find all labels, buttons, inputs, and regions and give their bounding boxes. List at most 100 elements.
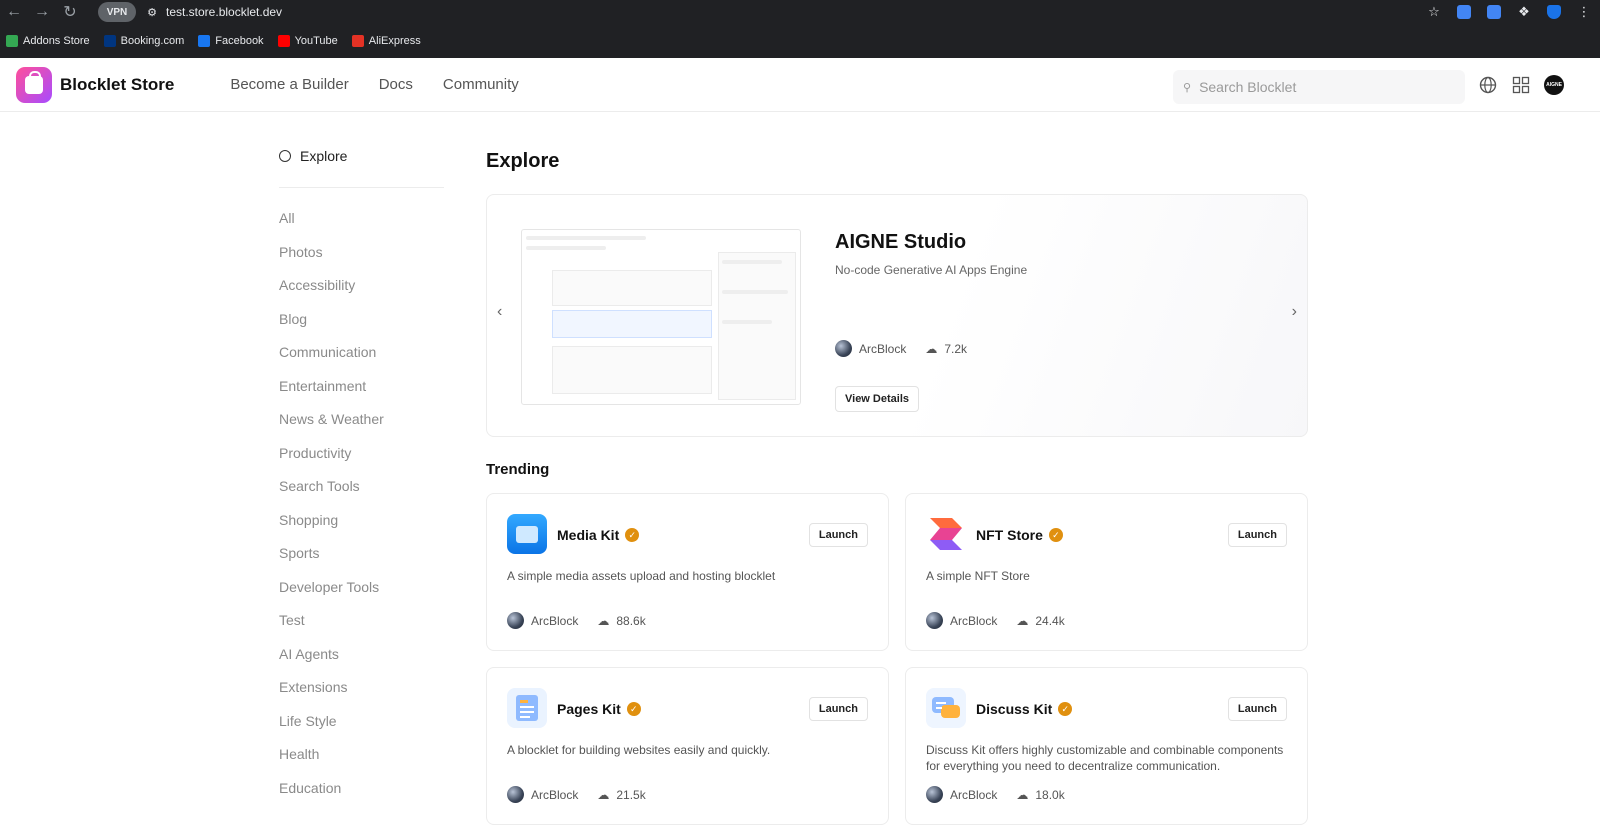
app-title[interactable]: Media Kit ✓: [557, 527, 640, 543]
featured-app-name[interactable]: AIGNE Studio: [835, 231, 966, 254]
category-all[interactable]: All: [279, 202, 444, 236]
featured-screenshot[interactable]: [521, 229, 801, 405]
bookmark-booking[interactable]: Booking.com: [103, 35, 185, 47]
app-description: A blocklet for building websites easily …: [507, 743, 771, 757]
category-education[interactable]: Education: [279, 772, 444, 806]
launch-button[interactable]: Launch: [808, 523, 868, 547]
category-entertainment[interactable]: Entertainment: [279, 370, 444, 404]
nft-store-icon: [926, 514, 966, 554]
view-details-button[interactable]: View Details: [835, 386, 919, 412]
extension-lock-icon[interactable]: [1454, 2, 1474, 22]
nav-community[interactable]: Community: [443, 76, 519, 93]
carousel-prev-icon[interactable]: ‹: [497, 303, 502, 321]
category-news-weather[interactable]: News & Weather: [279, 403, 444, 437]
app-meta: ArcBlock ☁ 21.5k: [507, 786, 646, 803]
carousel-next-icon[interactable]: ›: [1292, 303, 1297, 321]
verified-badge-icon: ✓: [626, 702, 641, 716]
nav-docs[interactable]: Docs: [379, 76, 413, 93]
user-avatar[interactable]: AIGNE: [1544, 75, 1564, 95]
facebook-icon: [198, 35, 211, 47]
app-card-media-kit[interactable]: Media Kit ✓ Launch A simple media assets…: [486, 493, 889, 651]
category-extensions[interactable]: Extensions: [279, 671, 444, 705]
app-meta: ArcBlock ☁ 88.6k: [507, 612, 646, 629]
browser-toolbar-right: ☆ ❖ ⋮: [1424, 0, 1594, 24]
app-title[interactable]: Pages Kit ✓: [557, 701, 641, 717]
featured-app-subtitle: No-code Generative AI Apps Engine: [835, 263, 1028, 277]
extension-shield-icon[interactable]: [1544, 2, 1564, 22]
bookmarks-bar: Addons Store Booking.com Facebook YouTub…: [0, 24, 1600, 58]
category-photos[interactable]: Photos: [279, 236, 444, 270]
app-author[interactable]: ArcBlock: [950, 614, 997, 628]
app-author[interactable]: ArcBlock: [950, 788, 997, 802]
app-title[interactable]: NFT Store ✓: [976, 527, 1063, 543]
category-list: All Photos Accessibility Blog Communicat…: [279, 202, 444, 805]
author-avatar: [507, 786, 524, 803]
bookmark-addons-store[interactable]: Addons Store: [6, 35, 90, 47]
author-avatar: [835, 340, 852, 357]
app-downloads: 88.6k: [616, 613, 646, 628]
bookmark-label: AliExpress: [368, 35, 421, 47]
app-meta: ArcBlock ☁ 24.4k: [926, 612, 1065, 629]
bookmark-facebook[interactable]: Facebook: [198, 35, 264, 47]
category-ai-agents[interactable]: AI Agents: [279, 638, 444, 672]
launch-button[interactable]: Launch: [808, 697, 868, 721]
language-globe-icon[interactable]: [1478, 75, 1498, 95]
category-search-tools[interactable]: Search Tools: [279, 470, 444, 504]
forward-icon[interactable]: →: [28, 1, 56, 23]
category-health[interactable]: Health: [279, 738, 444, 772]
vpn-badge[interactable]: VPN: [98, 2, 136, 22]
brand-name[interactable]: Blocklet Store: [60, 75, 174, 95]
featured-author[interactable]: ArcBlock: [859, 342, 906, 356]
category-test[interactable]: Test: [279, 604, 444, 638]
bookmark-label: Booking.com: [120, 35, 185, 47]
search-input[interactable]: [1199, 79, 1440, 95]
bookmark-label: YouTube: [294, 35, 338, 47]
sidebar-explore[interactable]: Explore: [279, 140, 444, 188]
app-name: Pages Kit: [557, 701, 621, 717]
page-title: Explore: [486, 150, 560, 172]
author-avatar: [926, 612, 943, 629]
apps-grid-icon[interactable]: [1511, 75, 1531, 95]
app-card-pages-kit[interactable]: Pages Kit ✓ Launch A blocklet for buildi…: [486, 667, 889, 825]
browser-chrome: ← → ↻ VPN ⚙ test.store.blocklet.dev ☆ ❖ …: [0, 0, 1600, 58]
sidebar-heading: Explore: [300, 148, 348, 164]
launch-button[interactable]: Launch: [1227, 523, 1287, 547]
browser-menu-icon[interactable]: ⋮: [1574, 2, 1594, 22]
category-sports[interactable]: Sports: [279, 537, 444, 571]
nav-become-builder[interactable]: Become a Builder: [230, 76, 348, 93]
url-bar-row: ← → ↻ VPN ⚙ test.store.blocklet.dev ☆ ❖ …: [0, 0, 1600, 24]
app-card-discuss-kit[interactable]: Discuss Kit ✓ Launch Discuss Kit offers …: [905, 667, 1308, 825]
back-icon[interactable]: ←: [0, 1, 28, 23]
bookmark-youtube[interactable]: YouTube: [277, 35, 338, 47]
compass-icon: [279, 150, 291, 162]
app-author[interactable]: ArcBlock: [531, 614, 578, 628]
extension-window-icon[interactable]: [1484, 2, 1504, 22]
app-author[interactable]: ArcBlock: [531, 788, 578, 802]
site-settings-icon[interactable]: ⚙: [142, 6, 162, 19]
download-icon: ☁: [597, 787, 610, 802]
extensions-puzzle-icon[interactable]: ❖: [1514, 2, 1534, 22]
bookmark-aliexpress[interactable]: AliExpress: [351, 35, 421, 47]
category-blog[interactable]: Blog: [279, 303, 444, 337]
bookmark-star-icon[interactable]: ☆: [1424, 2, 1444, 22]
app-title[interactable]: Discuss Kit ✓: [976, 701, 1073, 717]
trending-grid: Media Kit ✓ Launch A simple media assets…: [486, 493, 1308, 825]
category-developer-tools[interactable]: Developer Tools: [279, 571, 444, 605]
blocklet-store-logo-icon[interactable]: [16, 66, 52, 103]
category-life-style[interactable]: Life Style: [279, 705, 444, 739]
search-box[interactable]: ⚲: [1173, 70, 1465, 104]
reload-icon[interactable]: ↻: [56, 1, 84, 23]
category-communication[interactable]: Communication: [279, 336, 444, 370]
media-kit-folder-icon: [507, 514, 547, 554]
main-nav: Become a Builder Docs Community: [230, 76, 518, 93]
app-downloads: 24.4k: [1035, 613, 1065, 628]
app-card-nft-store[interactable]: NFT Store ✓ Launch A simple NFT Store Ar…: [905, 493, 1308, 651]
verified-badge-icon: ✓: [1048, 528, 1063, 542]
category-accessibility[interactable]: Accessibility: [279, 269, 444, 303]
category-productivity[interactable]: Productivity: [279, 437, 444, 471]
address-bar[interactable]: test.store.blocklet.dev: [166, 5, 282, 19]
bookmark-label: Facebook: [215, 35, 264, 47]
launch-button[interactable]: Launch: [1227, 697, 1287, 721]
download-icon: ☁: [1016, 787, 1029, 802]
category-shopping[interactable]: Shopping: [279, 504, 444, 538]
